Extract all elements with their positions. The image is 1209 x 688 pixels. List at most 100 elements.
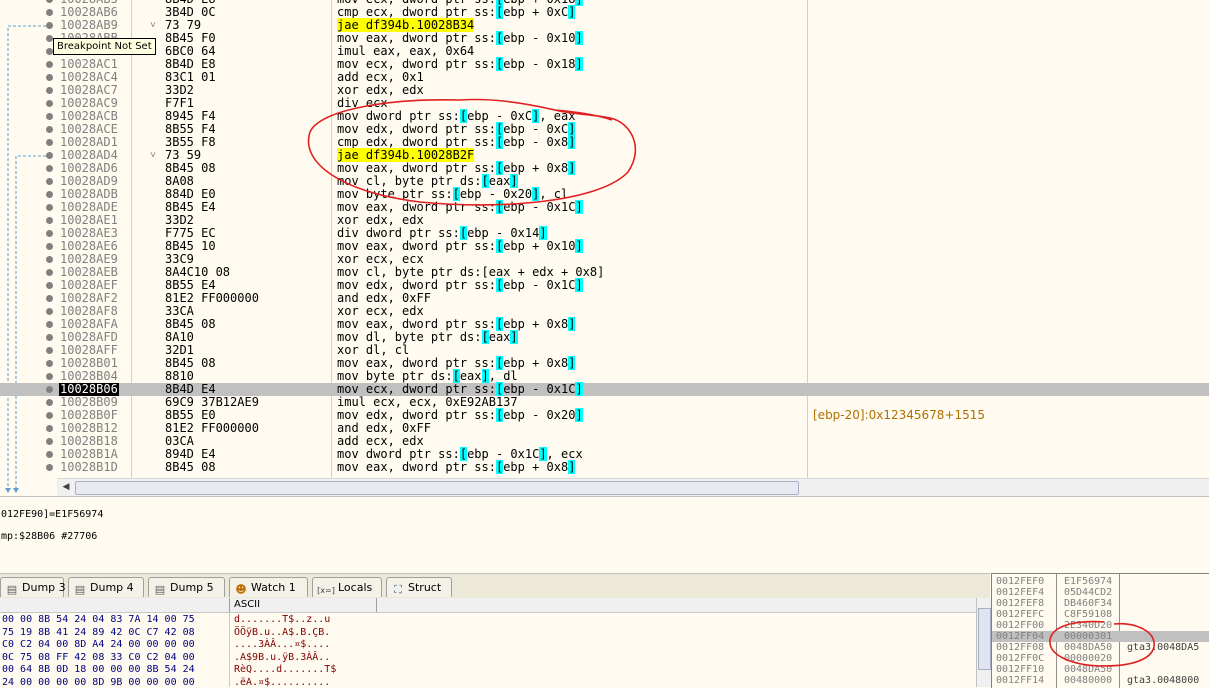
instruction-token: ebp - 0x1C [503,200,576,214]
disassembly-view[interactable]: 10028AB38B4D E8mov ecx, dword ptr ss:[eb… [0,0,1209,496]
instruction-token: ebp - 0x8 [503,135,569,149]
stack-row[interactable]: 0012FF0C 00000020 [992,653,1209,664]
breakpoint-dot-icon[interactable] [46,308,53,315]
breakpoint-dot-icon[interactable] [46,347,53,354]
stack-value: 0048DA50 [1064,664,1113,675]
breakpoint-dot-icon[interactable] [46,191,53,198]
breakpoint-dot-icon[interactable] [46,139,53,146]
tab-label: Watch 1 [251,581,296,594]
breakpoint-dot-icon[interactable] [46,35,53,42]
breakpoint-dot-icon[interactable] [46,399,53,406]
breakpoint-dot-icon[interactable] [46,230,53,237]
stack-row[interactable]: 0012FF04 00000301 [992,631,1209,642]
instruction-token: mov dl, byte ptr ds: [337,330,482,344]
dump-row[interactable]: 00 00 8B 54 24 04 83 7A 14 00 75 d.......… [0,614,976,626]
dump-row[interactable]: 0C 75 08 FF 42 08 33 C0 C2 04 00 .A$9B.u.… [0,652,976,664]
dump-ascii: .A$9B.u.ÿB.3ÀÂ.. [234,651,331,663]
tab-label: Dump 3 [22,581,66,594]
struct-icon: ⛶ [394,583,402,596]
instruction-token: and edx, 0xFF [337,291,431,305]
instruction-token: mov dword ptr ss: [337,109,460,123]
instruction-token: , dl [488,369,518,383]
dump-row[interactable]: 24 00 00 00 00 8D 9B 00 00 00 00 .ëA.¤$..… [0,677,976,688]
dump-vertical-scrollbar[interactable] [976,598,991,687]
breakpoint-dot-icon[interactable] [46,425,53,432]
breakpoint-dot-icon[interactable] [46,61,53,68]
breakpoint-dot-icon[interactable] [46,464,53,471]
breakpoint-dot-icon[interactable] [46,9,53,16]
instruction-token: [ [481,330,489,344]
breakpoint-dot-icon[interactable] [46,152,53,159]
dump-row[interactable]: C0 C2 04 00 8D A4 24 00 00 00 00 ....3ÀÂ.… [0,639,976,651]
breakpoint-dot-icon[interactable] [46,217,53,224]
breakpoint-dot-icon[interactable] [46,204,53,211]
instruction-address: 10028B1D [60,460,118,474]
dump-hex-bytes: 24 00 00 00 00 8D 9B 00 00 00 00 [2,676,195,688]
breakpoint-dot-icon[interactable] [46,321,53,328]
breakpoint-dot-icon[interactable] [46,0,53,3]
scroll-left-icon[interactable]: ◀ [59,480,73,494]
dump-hex-bytes: 0C 75 08 FF 42 08 33 C0 C2 04 00 [2,651,195,663]
breakpoint-dot-icon[interactable] [46,165,53,172]
instruction-token: ebp - 0x20 [503,408,576,422]
stack-row[interactable]: 0012FEF8 DB460F34 [992,598,1209,609]
breakpoint-dot-icon[interactable] [46,451,53,458]
breakpoint-dot-icon[interactable] [46,295,53,302]
instruction-token: ebp + 0x8 [503,317,569,331]
stack-row[interactable]: 0012FEF0 E1F56974 [992,576,1209,587]
stack-row[interactable]: 0012FF10 0048DA50 [992,664,1209,675]
breakpoint-dot-icon[interactable] [46,243,53,250]
tab-locals[interactable]: [x=] Locals [312,577,382,597]
breakpoint-dot-icon[interactable] [46,74,53,81]
breakpoint-dot-icon[interactable] [46,256,53,263]
dump-ascii: d.......T$..z..u [234,614,331,625]
dump-hex-bytes: 00 64 8B 0D 18 00 00 00 8B 54 24 [2,664,195,675]
stack-row[interactable]: 0012FF14 00480000 gta3.0048000 [992,675,1209,686]
instruction-token: [eax + edx + 0x8] [481,265,605,279]
stack-row[interactable]: 0012FEF4 05D44CD2 [992,587,1209,598]
stack-view[interactable]: 0012FEF0 E1F56974 0012FEF4 05D44CD2 0012FEF8… [991,573,1209,688]
breakpoint-dot-icon[interactable] [46,360,53,367]
breakpoint-dot-icon[interactable] [46,87,53,94]
tab-dump-3[interactable]: ▤ Dump 3 [0,577,66,597]
horizontal-scrollbar[interactable]: ◀ [57,478,1209,496]
tab-dump-5[interactable]: ▤ Dump 5 [148,577,225,597]
breakpoint-dot-icon[interactable] [46,178,53,185]
breakpoint-dot-icon[interactable] [46,282,53,289]
stack-row[interactable]: 0012FF00 2E340D20 [992,620,1209,631]
breakpoint-dot-icon[interactable] [46,438,53,445]
breakpoint-dot-icon[interactable] [46,269,53,276]
tab-watch-1[interactable]: ☻ Watch 1 [229,577,308,597]
instruction-token: ebp - 0x18 [503,57,576,71]
hex-dump-view[interactable]: ASCII 00 00 8B 54 24 04 83 7A 14 00 75 d.… [0,598,976,687]
breakpoint-dot-icon[interactable] [46,386,53,393]
instruction-token: ] [575,408,583,422]
scrollbar-thumb[interactable] [978,608,991,670]
dump-hex-bytes: 75 19 8B 41 24 89 42 0C C7 42 08 [2,626,195,638]
breakpoint-dot-icon[interactable] [46,113,53,120]
dump-row[interactable]: 00 64 8B 0D 18 00 00 00 8B 54 24 RèQ....d… [0,664,976,676]
instruction-row[interactable]: 10028B1D 8B45 08 mov eax, dword ptr ss:[eb… [0,460,1209,474]
instruction-text: mov eax, dword ptr ss:[ebp + 0x8] [337,460,576,474]
stack-row[interactable]: 0012FF08 0048DA50 gta3.0048DA5 [992,642,1209,653]
breakpoint-dot-icon[interactable] [46,22,53,29]
breakpoint-dot-icon[interactable] [46,100,53,107]
dump-row[interactable]: 75 19 8B 41 24 89 42 0C C7 42 08 ÖÖÿB.u..… [0,627,976,639]
breakpoint-dot-icon[interactable] [46,48,53,55]
instruction-token: ebp + 0x10 [503,239,576,253]
tab-dump-4[interactable]: ▤ Dump 4 [68,577,144,597]
tab-struct[interactable]: ⛶ Struct [386,577,452,597]
breakpoint-dot-icon[interactable] [46,373,53,380]
instruction-token: ] [539,226,547,240]
stack-address: 0012FF0C [996,653,1045,664]
stack-row[interactable]: 0012FEFC C8F59108 [992,609,1209,620]
scrollbar-thumb[interactable] [75,481,799,495]
instruction-token: mov eax, dword ptr ss: [337,317,496,331]
breakpoint-dot-icon[interactable] [46,126,53,133]
instruction-token: xor ecx, edx [337,304,424,318]
breakpoint-dot-icon[interactable] [46,412,53,419]
breakpoint-dot-icon[interactable] [46,334,53,341]
instruction-token: mov eax, dword ptr ss: [337,200,496,214]
info-pane[interactable]: 012FE90]=E1F56974 mp:$28B06 #27706 [0,496,1209,573]
dump-tab-bar: ▤ Dump 3 ▤ Dump 4 ▤ Dump 5 ☻ Watch 1 [x=] Locals ⛶… [0,573,990,599]
